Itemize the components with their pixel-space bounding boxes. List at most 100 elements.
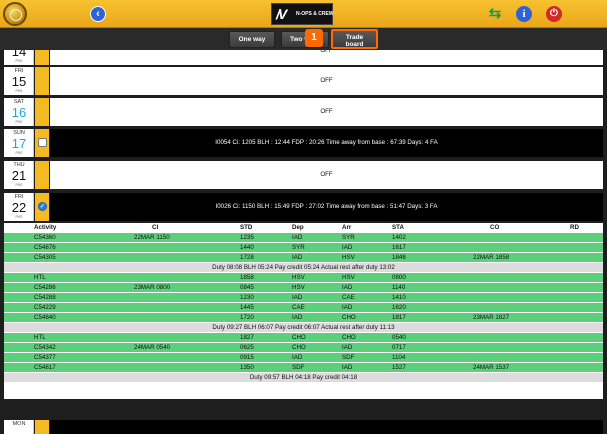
header-sta: STA — [392, 224, 404, 231]
cell-arr: CHO — [342, 314, 356, 321]
cell-dep: CHO — [292, 344, 306, 351]
table-row[interactable]: C54286 23MAR 0800 0845 HSV IAD 1140 — [4, 283, 603, 293]
header-rd: RD — [570, 224, 579, 231]
cell-arr: IAD — [342, 344, 353, 351]
tab-trade-board[interactable]: Trade board — [331, 29, 378, 49]
day-row[interactable]: SAT 16 PKS OFF — [4, 98, 603, 126]
table-row[interactable]: C54305 1728 IAD HSV 1848 22MAR 1858 — [4, 253, 603, 263]
day-row[interactable]: FRI 15 PKS OFF — [4, 67, 603, 95]
cell-co: 23MAR 1827 — [473, 314, 510, 321]
day-of-week: MON — [12, 421, 26, 427]
day-row[interactable]: FRI 22 PKS ✓ I0026 Ci: 1150 BLH : 15:49 … — [4, 193, 603, 221]
duty-detail-table: Activity CI STD Dep Arr STA CO RD C54360… — [4, 223, 603, 399]
cell-std: 1827 — [240, 334, 254, 341]
pks-label: PKS — [15, 151, 23, 155]
swap-arrows-icon[interactable]: ⇆ — [487, 6, 503, 22]
table-row[interactable]: C54840 1720 IAD CHO 1817 23MAR 1827 — [4, 313, 603, 323]
day-number: 17 — [11, 136, 27, 151]
table-row[interactable]: C54817 1350 SDF IAD 1527 24MAR 1537 — [4, 363, 603, 373]
cell-activity: C54342 — [34, 344, 56, 351]
table-row[interactable]: C54377 0915 IAD SDF 1104 — [4, 353, 603, 363]
date-box: 14 PKS — [4, 50, 34, 65]
cell-dep: IAD — [292, 354, 303, 361]
table-row[interactable]: C54360 22MAR 1150 1235 IAD SYR 1402 — [4, 233, 603, 243]
pks-label: PKS — [15, 89, 23, 93]
table-row[interactable]: HTL 1827 CHO CHO 0540 — [4, 333, 603, 343]
trade-tab-bar: One way Two w Trade board — [0, 28, 607, 50]
date-box: FRI 22 PKS — [4, 193, 34, 221]
cell-dep: IAD — [292, 234, 303, 241]
table-row[interactable]: C54342 24MAR 0540 0625 CHO IAD 0717 — [4, 343, 603, 353]
cell-arr: IAD — [342, 244, 353, 251]
table-row[interactable]: HTL 1858 HSV HSV 0800 — [4, 273, 603, 283]
power-icon[interactable]: ⏻ — [546, 6, 562, 22]
airline-logo-icon[interactable] — [3, 2, 27, 26]
cell-std: 1720 — [240, 314, 254, 321]
cell-dep: HSV — [292, 284, 305, 291]
cell-sta: 1402 — [392, 234, 406, 241]
cell-std: 1858 — [240, 274, 254, 281]
day-number: 22 — [11, 200, 27, 215]
cell-dep: HSV — [292, 274, 305, 281]
day-row[interactable]: 14 PKS OFF — [4, 50, 603, 65]
day-summary: OFF — [50, 67, 603, 95]
cell-ci: 22MAR 1150 — [134, 234, 170, 241]
roster-list[interactable]: 14 PKS OFF FRI 15 PKS OFF SAT 16 PKS OFF… — [4, 50, 603, 434]
cell-sta: 1527 — [392, 364, 406, 371]
table-blank-row — [4, 383, 603, 399]
cell-arr: HSV — [342, 254, 355, 261]
day-row[interactable]: SUN 17 PKS I0054 Ci: 1205 BLH : 12:44 FD… — [4, 129, 603, 157]
duty-summary-row: Duty 09:27 BLH 06:07 Pay credit 06:07 Ac… — [4, 323, 603, 333]
date-box: SUN 17 PKS — [4, 129, 34, 157]
cell-sta: 1848 — [392, 254, 406, 261]
day-number: 16 — [11, 105, 27, 120]
brand-name: N-OPS & CREW — [296, 11, 334, 17]
day-row[interactable]: THU 21 PKS OFF — [4, 161, 603, 189]
cell-dep: SDF — [292, 364, 305, 371]
cell-activity: C54229 — [34, 304, 56, 311]
cell-arr: SDF — [342, 354, 355, 361]
cell-dep: SYR — [292, 244, 305, 251]
table-row[interactable]: C54229 1445 CAE IAD 1620 — [4, 303, 603, 313]
brand-mark-icon: /V — [276, 6, 287, 22]
date-box: FRI 15 PKS — [4, 67, 34, 95]
cell-arr: IAD — [342, 304, 353, 311]
day-number: 14 — [11, 50, 27, 59]
header-ci: CI — [152, 224, 159, 231]
day-summary: I0054 Ci: 1205 BLH : 12:44 FDP : 20:26 T… — [50, 129, 603, 157]
pks-label: PKS — [15, 215, 23, 219]
back-arrow-icon[interactable]: ‹ — [90, 6, 106, 22]
trip-checkbox[interactable] — [38, 138, 47, 147]
pks-label: PKS — [15, 183, 23, 187]
header-activity: Activity — [34, 224, 57, 231]
cell-arr: CHO — [342, 334, 356, 341]
cell-activity: C54288 — [34, 294, 56, 301]
cell-activity: C54377 — [34, 354, 56, 361]
cell-activity: HTL — [34, 274, 46, 281]
cell-std: 1230 — [240, 294, 254, 301]
table-row[interactable]: C54876 1440 SYR IAD 1617 — [4, 243, 603, 253]
cell-sta: 0800 — [392, 274, 406, 281]
cell-activity: C54840 — [34, 314, 56, 321]
tab-one-way[interactable]: One way — [229, 31, 275, 48]
date-box: SAT 16 PKS — [4, 98, 34, 126]
cell-arr: CAE — [342, 294, 355, 301]
day-row-mon[interactable]: MON — [4, 420, 603, 434]
header-co: CO — [490, 224, 500, 231]
day-status-bar — [35, 50, 49, 65]
header-std: STD — [240, 224, 253, 231]
cell-arr: SYR — [342, 234, 355, 241]
cell-dep: CAE — [292, 304, 305, 311]
info-icon[interactable]: i — [516, 6, 532, 22]
checked-checkbox-icon[interactable]: ✓ — [38, 202, 47, 211]
day-summary: OFF — [50, 161, 603, 189]
cell-dep: IAD — [292, 314, 303, 321]
table-row[interactable]: C54288 1230 IAD CAE 1410 — [4, 293, 603, 303]
cell-arr: IAD — [342, 364, 353, 371]
cell-sta: 1410 — [392, 294, 406, 301]
day-summary: I0026 Ci: 1150 BLH : 15:49 FDP : 27:02 T… — [50, 193, 603, 221]
cell-sta: 1620 — [392, 304, 406, 311]
cell-activity: C54286 — [34, 284, 56, 291]
cell-activity: HTL — [34, 334, 46, 341]
day-summary: OFF — [50, 98, 603, 126]
